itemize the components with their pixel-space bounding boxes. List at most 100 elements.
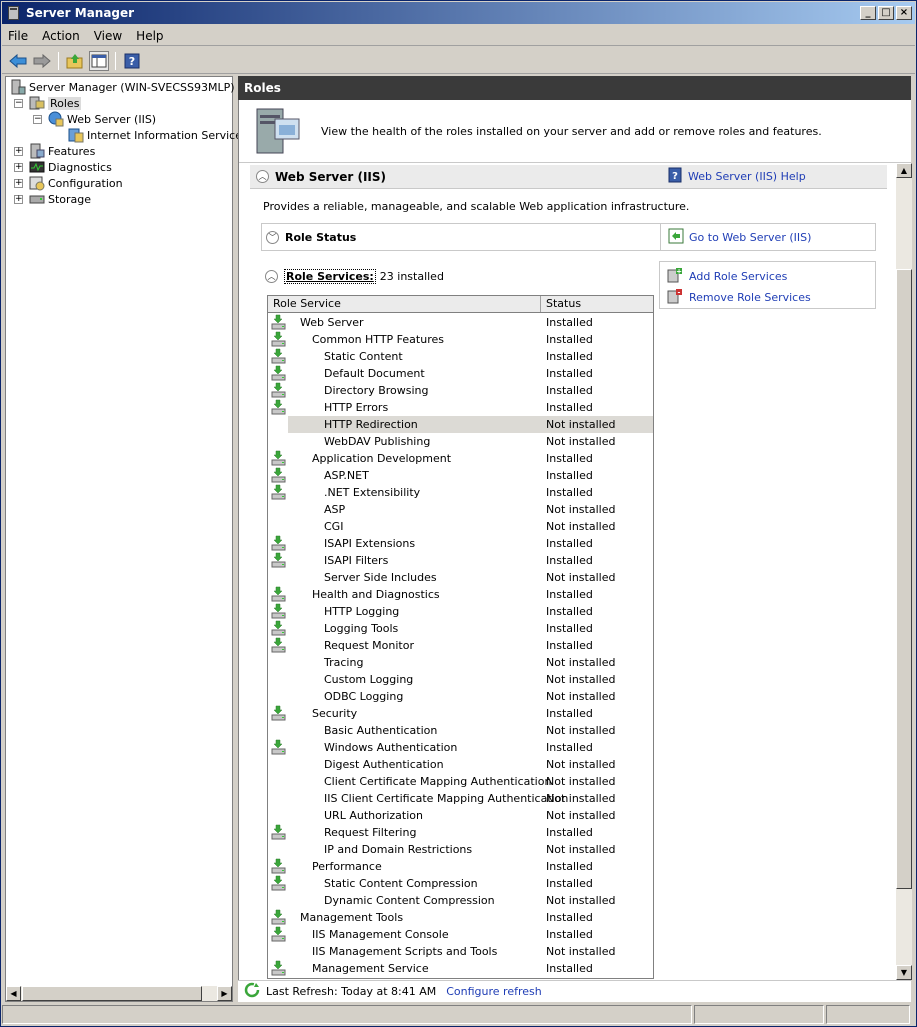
back-icon[interactable] <box>8 51 28 71</box>
table-row[interactable]: IIS Client Certificate Mapping Authentic… <box>268 790 653 807</box>
role-status-title[interactable]: Role Status <box>285 231 356 244</box>
role-service-status: Installed <box>546 605 593 618</box>
role-service-name: ISAPI Filters <box>324 554 389 567</box>
scroll-left-button[interactable]: ◀ <box>6 986 21 1001</box>
table-row[interactable]: Management Tools Installed <box>268 909 653 926</box>
scroll-down-button[interactable]: ▼ <box>896 965 912 980</box>
tree-item-configuration[interactable]: + Configuration <box>14 175 123 191</box>
remove-link-text[interactable]: Remove Role Services <box>689 291 811 304</box>
expand-icon[interactable]: ﹀ <box>266 230 279 244</box>
table-row[interactable]: ISAPI Extensions Installed <box>268 535 653 552</box>
add-link-text[interactable]: Add Role Services <box>689 270 787 283</box>
table-row[interactable]: Web Server Installed <box>268 314 653 331</box>
tree-item-roles[interactable]: − Roles <box>14 95 82 111</box>
web-server-help-link[interactable]: ? Web Server (IIS) Help <box>668 167 806 186</box>
features-icon <box>29 143 45 159</box>
table-row[interactable]: Basic Authentication Not installed <box>268 722 653 739</box>
table-row[interactable]: CGI Not installed <box>268 518 653 535</box>
table-row[interactable]: Common HTTP Features Installed <box>268 331 653 348</box>
role-services-title[interactable]: Role Services: <box>284 268 376 284</box>
configure-refresh-link[interactable]: Configure refresh <box>446 985 541 998</box>
role-service-status: Not installed <box>546 775 616 788</box>
menu-view[interactable]: View <box>94 29 122 43</box>
table-row[interactable]: URL Authorization Not installed <box>268 807 653 824</box>
table-row[interactable]: IIS Management Scripts and Tools Not inst… <box>268 943 653 960</box>
table-row[interactable]: Management Service Installed <box>268 960 653 977</box>
table-row[interactable]: HTTP Logging Installed <box>268 603 653 620</box>
table-row[interactable]: Request Filtering Installed <box>268 824 653 841</box>
tree-item-iis[interactable]: Internet Information Services <box>68 127 248 143</box>
column-header-status[interactable]: Status <box>541 296 653 312</box>
goto-link-text[interactable]: Go to Web Server (IIS) <box>689 231 811 244</box>
table-row[interactable]: Digest Authentication Not installed <box>268 756 653 773</box>
table-row[interactable]: Custom Logging Not installed <box>268 671 653 688</box>
table-row[interactable]: Server Side Includes Not installed <box>268 569 653 586</box>
table-row[interactable]: ASP Not installed <box>268 501 653 518</box>
refresh-icon[interactable] <box>244 982 260 1001</box>
minimize-button[interactable]: _ <box>860 6 876 20</box>
table-row[interactable]: Dynamic Content Compression Not installed <box>268 892 653 909</box>
expand-toggle[interactable]: + <box>14 178 23 188</box>
table-row[interactable]: ODBC Logging Not installed <box>268 688 653 705</box>
table-row[interactable]: Static Content Compression Installed <box>268 875 653 892</box>
role-services-table: Role Service Status Web Server Installed C… <box>267 295 654 979</box>
tree-item-web-server[interactable]: − Web Server (IIS) <box>33 111 156 127</box>
help-link-text[interactable]: Web Server (IIS) Help <box>688 170 806 183</box>
role-service-name: Application Development <box>312 452 452 465</box>
table-row[interactable]: Performance Installed <box>268 858 653 875</box>
add-role-services-link[interactable]: + Add Role Services <box>667 267 787 286</box>
table-row[interactable]: Application Development Installed <box>268 450 653 467</box>
table-row[interactable]: Default Document Installed <box>268 365 653 382</box>
scroll-thumb[interactable] <box>896 269 912 889</box>
table-row[interactable]: HTTP Errors Installed <box>268 399 653 416</box>
table-row[interactable]: IP and Domain Restrictions Not installed <box>268 841 653 858</box>
expand-toggle[interactable]: + <box>14 194 23 204</box>
collapse-toggle[interactable]: − <box>33 114 42 124</box>
table-row[interactable]: Security Installed <box>268 705 653 722</box>
table-row[interactable]: ASP.NET Installed <box>268 467 653 484</box>
help-icon[interactable]: ? <box>122 51 142 71</box>
console-tree-icon[interactable] <box>89 50 109 71</box>
forward-icon[interactable] <box>32 51 52 71</box>
web-server-section-header[interactable]: ︿ Web Server (IIS) ? Web Server (IIS) He… <box>250 165 887 189</box>
table-row[interactable]: Health and Diagnostics Installed <box>268 586 653 603</box>
goto-web-server-link[interactable]: Go to Web Server (IIS) <box>660 223 876 251</box>
pane-vertical-scrollbar[interactable]: ▲ ▼ <box>896 163 912 980</box>
installed-icon <box>271 858 287 874</box>
expand-toggle[interactable]: + <box>14 146 23 156</box>
menu-action[interactable]: Action <box>42 29 80 43</box>
column-header-role-service[interactable]: Role Service <box>268 296 541 312</box>
table-row[interactable]: Client Certificate Mapping Authenticatio… <box>268 773 653 790</box>
tree-item-features[interactable]: + Features <box>14 143 95 159</box>
collapse-icon[interactable]: ︿ <box>265 269 278 283</box>
table-row[interactable]: .NET Extensibility Installed <box>268 484 653 501</box>
remove-role-services-link[interactable]: - Remove Role Services <box>667 288 811 307</box>
scroll-thumb[interactable] <box>22 986 202 1001</box>
tree-item-storage[interactable]: + Storage <box>14 191 91 207</box>
table-row[interactable]: Logging Tools Installed <box>268 620 653 637</box>
collapse-toggle[interactable]: − <box>14 98 23 108</box>
table-row[interactable]: Request Monitor Installed <box>268 637 653 654</box>
table-row[interactable]: ISAPI Filters Installed <box>268 552 653 569</box>
table-row[interactable]: IIS Management Console Installed <box>268 926 653 943</box>
table-row[interactable]: Windows Authentication Installed <box>268 739 653 756</box>
scroll-right-button[interactable]: ▶ <box>217 986 232 1001</box>
expand-toggle[interactable]: + <box>14 162 23 172</box>
tree-item-server-manager[interactable]: Server Manager (WIN-SVECSS93MLP) <box>10 79 235 95</box>
table-row[interactable]: WebDAV Publishing Not installed <box>268 433 653 450</box>
title-bar[interactable]: Server Manager _ □ × <box>2 2 915 24</box>
tree-horizontal-scrollbar[interactable]: ◀ ▶ <box>6 986 232 1001</box>
table-row[interactable]: Static Content Installed <box>268 348 653 365</box>
menu-file[interactable]: File <box>8 29 28 43</box>
menu-help[interactable]: Help <box>136 29 163 43</box>
scroll-up-button[interactable]: ▲ <box>896 163 912 178</box>
installed-icon <box>271 875 287 891</box>
table-row[interactable]: Tracing Not installed <box>268 654 653 671</box>
up-folder-icon[interactable] <box>65 51 85 71</box>
close-button[interactable]: × <box>896 6 912 20</box>
table-row[interactable]: Directory Browsing Installed <box>268 382 653 399</box>
table-row[interactable]: HTTP Redirection Not installed <box>268 416 653 433</box>
maximize-button[interactable]: □ <box>878 6 894 20</box>
collapse-icon[interactable]: ︿ <box>256 170 269 183</box>
tree-item-diagnostics[interactable]: + Diagnostics <box>14 159 112 175</box>
